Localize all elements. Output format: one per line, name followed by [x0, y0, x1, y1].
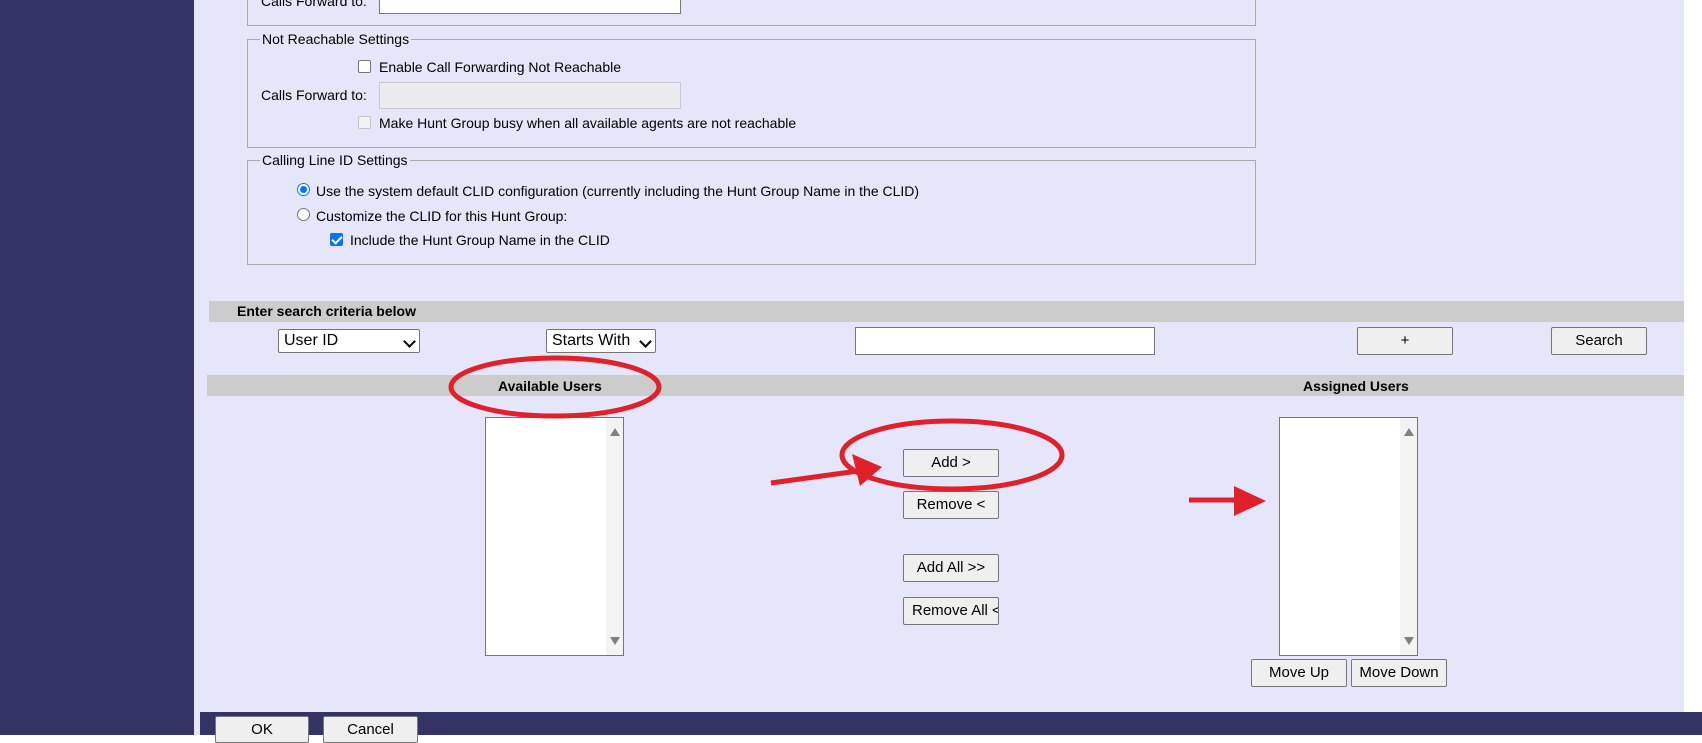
cancel-button[interactable]: Cancel: [323, 716, 418, 743]
scroll-down-arrow-icon[interactable]: [1404, 637, 1414, 645]
scroll-down-arrow-icon[interactable]: [610, 637, 620, 645]
enable-not-reachable-label: Enable Call Forwarding Not Reachable: [379, 59, 622, 75]
main-content: Calls Forward to: Not Reachable Settings…: [194, 0, 1684, 735]
footer-bar: OK Cancel: [200, 712, 1702, 743]
ok-button[interactable]: OK: [215, 716, 309, 743]
remove-button[interactable]: Remove <: [903, 491, 999, 519]
busy-when-unreachable-label: Make Hunt Group busy when all available …: [379, 115, 797, 131]
busy-when-unreachable-checkbox[interactable]: [358, 116, 371, 129]
clid-legend: Calling Line ID Settings: [260, 152, 410, 168]
include-hunt-group-name-label: Include the Hunt Group Name in the CLID: [350, 232, 610, 248]
not-reachable-legend: Not Reachable Settings: [260, 31, 412, 47]
add-all-button[interactable]: Add All >>: [903, 554, 999, 582]
busy-calls-forward-input[interactable]: [379, 0, 681, 14]
search-mode-value: Starts With: [552, 332, 631, 349]
enable-not-reachable-checkbox[interactable]: [358, 60, 371, 73]
clid-default-radio[interactable]: [297, 183, 310, 196]
chevron-down-icon: [639, 335, 652, 348]
move-up-button[interactable]: Move Up: [1251, 659, 1347, 687]
scroll-up-arrow-icon[interactable]: [1404, 428, 1414, 436]
search-criteria-title: Enter search criteria below: [237, 303, 416, 319]
chevron-down-icon: [403, 335, 416, 348]
add-criteria-button[interactable]: +: [1357, 327, 1453, 355]
clid-default-label: Use the system default CLID configuratio…: [316, 183, 920, 199]
search-value-input[interactable]: [855, 327, 1155, 355]
not-reachable-calls-forward-label: Calls Forward to:: [261, 87, 367, 103]
clid-custom-label: Customize the CLID for this Hunt Group:: [316, 208, 568, 224]
available-users-scrollbar[interactable]: [606, 418, 623, 655]
search-criteria-header: Enter search criteria below: [209, 301, 1684, 322]
clid-custom-radio[interactable]: [297, 208, 310, 221]
search-button[interactable]: Search: [1551, 327, 1647, 355]
assigned-users-list[interactable]: [1279, 417, 1418, 656]
include-hunt-group-name-checkbox[interactable]: [330, 233, 343, 246]
add-button[interactable]: Add >: [903, 449, 999, 477]
search-mode-select[interactable]: Starts With: [546, 329, 656, 353]
not-reachable-calls-forward-input[interactable]: [379, 82, 681, 109]
search-field-select[interactable]: User ID: [278, 329, 420, 353]
available-users-header: Available Users: [498, 378, 602, 394]
available-users-list[interactable]: [485, 417, 624, 656]
busy-calls-forward-label: Calls Forward to:: [261, 0, 367, 9]
remove-all-button[interactable]: Remove All <<: [903, 597, 999, 625]
move-down-button[interactable]: Move Down: [1351, 659, 1447, 687]
assigned-users-scrollbar[interactable]: [1400, 418, 1417, 655]
left-sidebar: [0, 0, 194, 735]
search-field-value: User ID: [284, 332, 339, 349]
scroll-up-arrow-icon[interactable]: [610, 428, 620, 436]
assigned-users-header: Assigned Users: [1303, 378, 1409, 394]
users-lists-header: Available Users Assigned Users: [207, 375, 1684, 396]
